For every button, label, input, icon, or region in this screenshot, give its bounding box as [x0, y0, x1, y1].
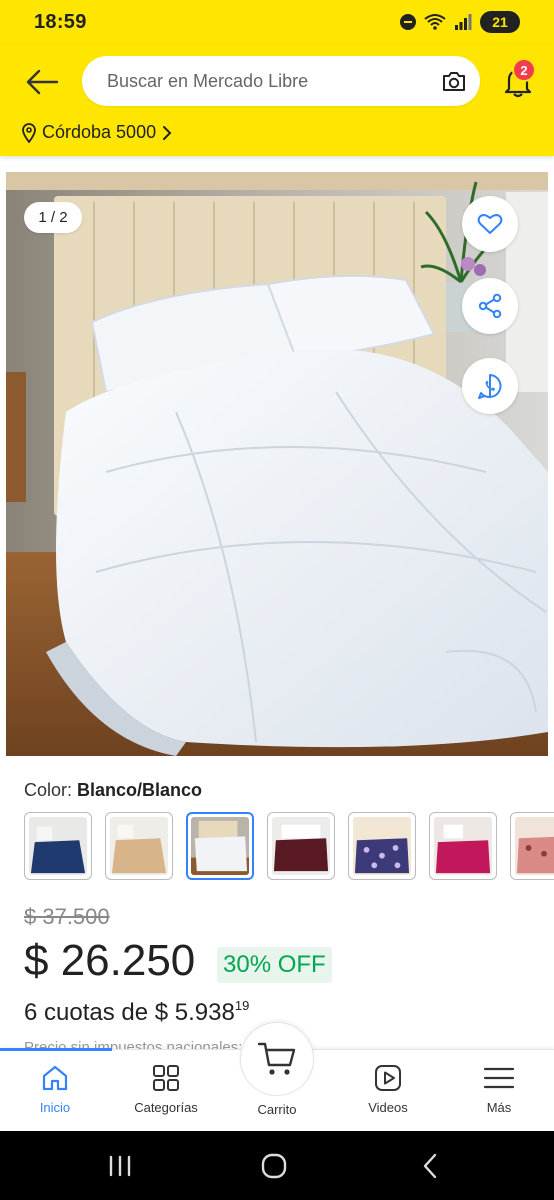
nav-categorias-label: Categorías — [134, 1100, 198, 1115]
swatch-thumbnail — [272, 817, 330, 875]
original-price: $ 37.500 — [24, 904, 110, 929]
camera-icon — [443, 72, 465, 91]
swatch-thumbnail — [29, 817, 87, 875]
product-gallery[interactable]: 1 / 2 — [6, 172, 548, 756]
search-input[interactable]: Buscar en Mercado Libre — [107, 71, 308, 92]
swatch-thumbnail — [110, 817, 168, 875]
color-swatch-white[interactable] — [186, 812, 254, 880]
chevron-right-icon — [163, 125, 172, 140]
whatsapp-icon — [478, 374, 502, 399]
color-swatch-navy[interactable] — [24, 812, 92, 880]
whatsapp-share-button[interactable] — [462, 358, 518, 414]
system-navigation-bar — [0, 1131, 554, 1200]
color-swatch-purple-pattern[interactable] — [348, 812, 416, 880]
menu-icon — [483, 1067, 515, 1089]
chevron-left-icon — [423, 1153, 437, 1179]
bottom-navigation: Inicio Categorías Carrito Videos Más — [0, 1022, 554, 1131]
battery-indicator: 21 — [480, 11, 520, 33]
home-button[interactable] — [254, 1151, 294, 1181]
image-counter: 1 / 2 — [24, 202, 82, 233]
color-swatch-bordo[interactable] — [267, 812, 335, 880]
location-label: Córdoba 5000 — [42, 122, 157, 142]
nav-mas-label: Más — [486, 1100, 512, 1115]
wifi-icon — [424, 14, 446, 30]
header: Buscar en Mercado Libre 2 Córdoba 5000 — [0, 44, 554, 156]
status-icons: 21 — [400, 11, 520, 33]
camera-button[interactable] — [440, 67, 468, 95]
location-pin-icon — [22, 122, 36, 143]
nav-mas[interactable]: Más — [444, 1062, 554, 1115]
color-value: Blanco/Blanco — [77, 780, 203, 800]
color-swatch-fuchsia[interactable] — [429, 812, 497, 880]
color-label: Color: — [24, 780, 73, 800]
system-back-button[interactable] — [410, 1151, 450, 1181]
installments-info: 6 cuotas de $ 5.93819 — [24, 998, 249, 1027]
recent-apps-button[interactable] — [100, 1151, 140, 1181]
heart-icon — [477, 214, 503, 234]
nav-inicio-label: Inicio — [39, 1100, 71, 1115]
cart-icon — [257, 1042, 296, 1075]
location-selector[interactable]: Córdoba 5000 — [22, 122, 172, 143]
grid-icon — [153, 1065, 179, 1091]
share-button[interactable] — [462, 278, 518, 334]
color-swatch-beige[interactable] — [105, 812, 173, 880]
nav-videos-label: Videos — [368, 1100, 408, 1115]
discount-badge: 30% OFF — [217, 947, 332, 983]
status-time: 18:59 — [34, 10, 87, 33]
do-not-disturb-icon — [400, 14, 416, 30]
swatch-thumbnail — [515, 817, 554, 875]
swatch-thumbnail — [434, 817, 492, 875]
signal-icon — [455, 14, 472, 30]
swatch-thumbnail — [191, 817, 249, 875]
nav-videos[interactable]: Videos — [333, 1062, 443, 1115]
nav-carrito[interactable] — [240, 1022, 314, 1096]
installments-text: 6 cuotas de $ 5.938 — [24, 999, 235, 1026]
home-circle-icon — [261, 1153, 287, 1179]
nav-carrito-label: Carrito — [257, 1102, 297, 1117]
home-icon — [42, 1065, 68, 1091]
status-bar: 18:59 21 — [0, 0, 554, 44]
favorite-button[interactable] — [462, 196, 518, 252]
active-tab-indicator — [0, 1048, 112, 1051]
current-price: $ 26.250 — [24, 936, 196, 985]
color-swatches — [24, 812, 554, 880]
nav-inicio[interactable]: Inicio — [0, 1062, 110, 1115]
swatch-thumbnail — [353, 817, 411, 875]
recent-apps-icon — [109, 1155, 131, 1177]
installments-cents: 19 — [234, 998, 250, 1013]
share-icon — [478, 293, 502, 319]
color-selection-label: Color: Blanco/Blanco — [24, 780, 202, 801]
notification-count-badge: 2 — [512, 58, 536, 82]
nav-categorias[interactable]: Categorías — [111, 1062, 221, 1115]
product-photo — [6, 172, 548, 756]
back-button[interactable] — [22, 64, 62, 100]
arrow-left-icon — [26, 69, 59, 95]
color-swatch-pink-pattern[interactable] — [510, 812, 554, 880]
search-bar[interactable]: Buscar en Mercado Libre — [82, 56, 480, 106]
play-icon — [375, 1065, 401, 1091]
